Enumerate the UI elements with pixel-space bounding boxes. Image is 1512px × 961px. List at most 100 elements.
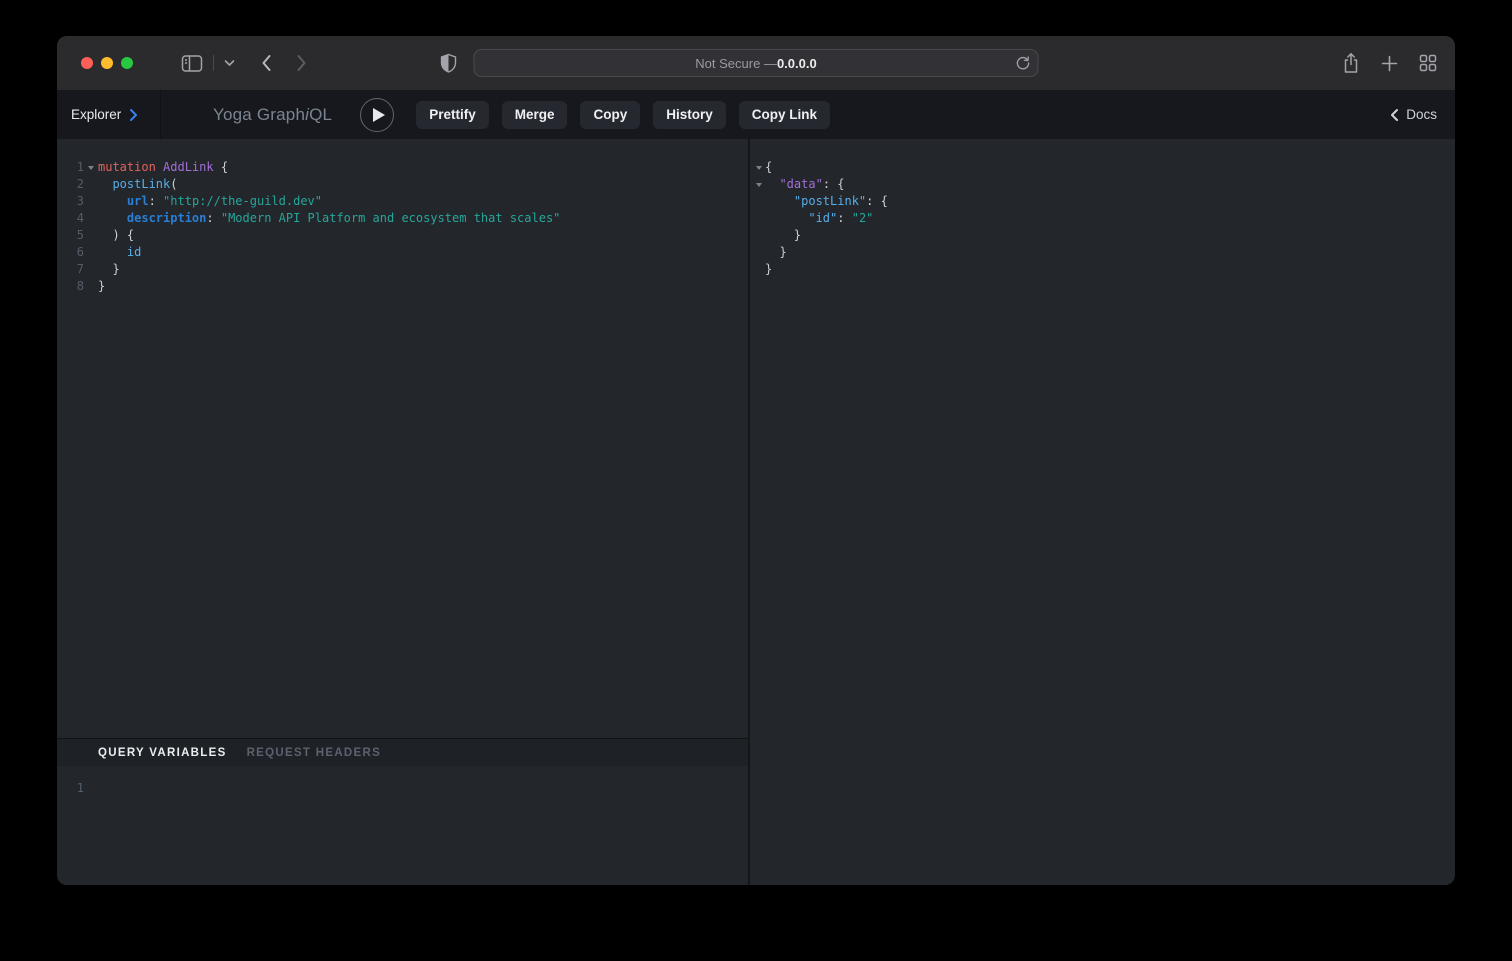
new-tab-button[interactable] [1381,55,1398,72]
reload-icon [1016,56,1031,71]
line-number: 3 [57,193,84,210]
variables-tab-request-headers[interactable]: REQUEST HEADERS [247,747,382,759]
query-editor[interactable]: 1mutation AddLink {2 postLink(3 url: "ht… [57,139,748,738]
toolbar-button-merge[interactable]: Merge [502,101,568,129]
line-number: 5 [57,227,84,244]
sidebar-dropdown-button[interactable] [224,59,235,67]
code-line: 5 ) { [57,227,748,244]
toolbar-button-history[interactable]: History [653,101,726,129]
code-line: 1 mutation AddLink { [57,159,748,176]
browser-window: Not Secure — 0.0.0.0 [57,36,1455,885]
browser-toolbar: Not Secure — 0.0.0.0 [57,36,1455,90]
line-number: 1 [57,780,84,797]
toolbar-button-prettify[interactable]: Prettify [416,101,489,129]
privacy-report-button[interactable] [440,53,457,73]
navigation-controls [181,54,307,73]
shield-icon [440,53,457,73]
code-text: "data": { [765,176,845,193]
code-line: 2 postLink( [57,176,748,193]
minimize-window-button[interactable] [101,57,113,69]
code-line: } [752,261,1455,278]
zoom-window-button[interactable] [121,57,133,69]
code-line: "postLink": { [752,193,1455,210]
explorer-label: Explorer [71,107,121,122]
plus-icon [1381,55,1398,72]
fold-toggle-icon[interactable] [756,183,762,187]
security-label: Not Secure — [695,56,777,71]
divider [213,55,214,71]
fold-toggle-icon[interactable] [88,166,94,170]
close-window-button[interactable] [81,57,93,69]
line-number: 7 [57,261,84,278]
divider [160,90,161,139]
chevron-left-icon [261,54,272,72]
forward-button[interactable] [296,54,307,72]
code-text: } [98,261,120,278]
share-button[interactable] [1342,52,1360,74]
code-line: 8} [57,278,748,295]
code-text: } [765,227,801,244]
fold-gutter [84,166,98,170]
sidebar-toggle-button[interactable] [181,54,203,73]
line-number: 8 [57,278,84,295]
code-line: 4 description: "Modern API Platform and … [57,210,748,227]
line-number: 4 [57,210,84,227]
docs-button[interactable]: Docs [1390,107,1437,122]
code-line: } [752,244,1455,261]
fold-toggle-icon[interactable] [756,166,762,170]
tab-overview-button[interactable] [1419,54,1437,72]
url-host: 0.0.0.0 [777,56,817,71]
code-line: } [752,227,1455,244]
fold-gutter [752,183,765,187]
left-pane: 1mutation AddLink {2 postLink(3 url: "ht… [57,139,748,885]
line-number: 2 [57,176,84,193]
code-text: } [765,244,787,261]
explorer-toggle-button[interactable]: Explorer [57,107,160,122]
chevron-right-icon [296,54,307,72]
play-icon [373,108,385,122]
toolbar-buttons: Prettify Merge Copy History Copy Link [416,101,830,129]
main-content: 1mutation AddLink {2 postLink(3 url: "ht… [57,139,1455,885]
toolbar-button-copy-link[interactable]: Copy Link [739,101,830,129]
address-bar[interactable]: Not Secure — 0.0.0.0 [474,49,1039,77]
chevron-left-icon [1390,108,1399,122]
code-line: 7 } [57,261,748,278]
execute-query-button[interactable] [360,98,394,132]
code-text: } [98,278,105,295]
chevron-right-icon [129,108,138,122]
code-text: ) { [98,227,134,244]
code-text: { [765,159,772,176]
variables-tab-query-variables[interactable]: QUERY VARIABLES [98,747,227,759]
code-line: { [752,159,1455,176]
chevron-down-icon [224,59,235,67]
browser-actions [1342,52,1437,74]
reload-button[interactable] [1016,56,1031,71]
code-text: id [98,244,141,261]
share-icon [1342,52,1360,74]
tab-overview-icon [1419,54,1437,72]
line-number: 6 [57,244,84,261]
variables-editor[interactable]: 1 [57,766,748,885]
code-text: } [765,261,772,278]
back-button[interactable] [261,54,272,72]
toolbar-button-copy[interactable]: Copy [580,101,640,129]
code-text: url: "http://the-guild.dev" [98,193,322,210]
docs-label: Docs [1406,107,1437,122]
sidebar-icon [181,54,203,73]
fold-gutter [752,166,765,170]
code-line: "id": "2" [752,210,1455,227]
code-text: description: "Modern API Platform and ec… [98,210,560,227]
code-line: 6 id [57,244,748,261]
code-text: "postLink": { [765,193,888,210]
window-controls [81,57,133,69]
code-text: postLink( [98,176,177,193]
response-viewer[interactable]: { "data": { "postLink": { "id": "2" } }} [750,139,1455,885]
code-line: "data": { [752,176,1455,193]
code-line: 3 url: "http://the-guild.dev" [57,193,748,210]
graphiql-toolbar: Explorer Yoga GraphiQL Prettify Merge Copy… [57,90,1455,139]
line-number: 1 [57,159,84,176]
code-text: "id": "2" [765,210,873,227]
code-text: mutation AddLink { [98,159,228,176]
page-title: Yoga GraphiQL [213,105,332,125]
variables-tab-bar: QUERY VARIABLES REQUEST HEADERS [57,738,748,766]
